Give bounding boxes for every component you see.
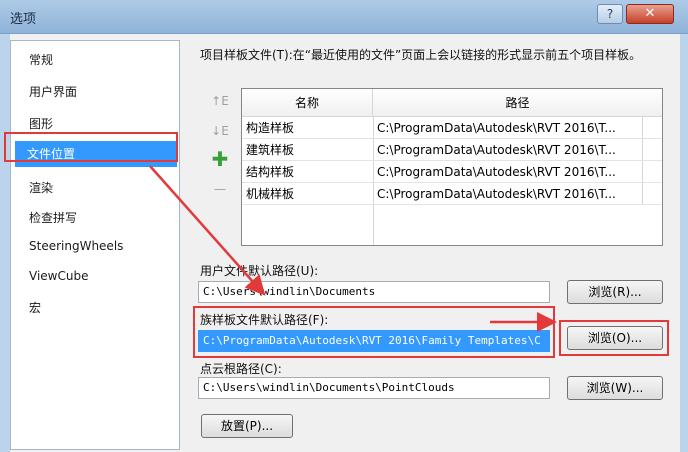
family-path-input[interactable]: C:\ProgramData\Autodesk\RVT 2016\Family …	[198, 330, 550, 352]
nav-item-general[interactable]: 常规	[29, 51, 53, 68]
nav-item-macros[interactable]: 宏	[29, 299, 41, 316]
browse-point-cloud-button[interactable]: 浏览(W)...	[567, 376, 663, 400]
row-name: 构造样板	[246, 121, 295, 135]
help-icon[interactable]: ?	[597, 4, 623, 24]
nav-item-spelling[interactable]: 检查拼写	[29, 209, 77, 226]
remove-icon[interactable]: —	[210, 180, 230, 198]
options-nav: 常规 用户界面 图形 文件位置 渲染 检查拼写 SteeringWheels V…	[10, 40, 180, 450]
add-icon[interactable]: ✚	[210, 149, 230, 169]
row-name: 建筑样板	[246, 143, 295, 157]
column-header-path[interactable]: 路径	[373, 89, 662, 117]
column-header-name[interactable]: 名称	[242, 89, 373, 117]
move-down-icon[interactable]: ↓E	[210, 122, 230, 140]
nav-item-steeringwheels[interactable]: SteeringWheels	[29, 239, 123, 253]
title-bar: 选项 ? ✕	[0, 0, 688, 34]
point-cloud-path-label: 点云根路径(C):	[200, 362, 282, 376]
family-path-label: 族样板文件默认路径(F):	[200, 313, 329, 327]
table-row[interactable]: 建筑样板 C:\ProgramData\Autodesk\RVT 2016\T.…	[242, 139, 662, 161]
user-path-label: 用户文件默认路径(U):	[200, 264, 319, 278]
table-row[interactable]: 机械样板 C:\ProgramData\Autodesk\RVT 2016\T.…	[242, 183, 662, 205]
browse-family-path-button[interactable]: 浏览(O)...	[567, 326, 663, 350]
user-path-input[interactable]: C:\Users\windlin\Documents	[198, 281, 550, 303]
table-row[interactable]: 构造样板 C:\ProgramData\Autodesk\RVT 2016\T.…	[242, 117, 662, 139]
row-path: C:\ProgramData\Autodesk\RVT 2016\T...	[377, 187, 616, 201]
nav-item-user-interface[interactable]: 用户界面	[29, 83, 77, 100]
window-frame-right	[680, 34, 688, 452]
nav-item-viewcube[interactable]: ViewCube	[29, 269, 88, 283]
nav-item-rendering[interactable]: 渲染	[29, 179, 53, 196]
window-frame-left	[0, 34, 10, 452]
row-name: 机械样板	[246, 187, 295, 201]
table-row[interactable]: 结构样板 C:\ProgramData\Autodesk\RVT 2016\T.…	[242, 161, 662, 183]
places-button[interactable]: 放置(P)...	[201, 414, 293, 438]
nav-item-graphics[interactable]: 图形	[29, 115, 53, 132]
move-up-icon[interactable]: ↑E	[210, 92, 230, 110]
close-icon[interactable]: ✕	[626, 4, 674, 24]
nav-item-file-locations[interactable]: 文件位置	[15, 141, 177, 167]
row-name: 结构样板	[246, 165, 295, 179]
template-description: 项目样板文件(T):在“最近使用的文件”页面上会以链接的形式显示前五个项目样板。	[200, 48, 642, 62]
row-path: C:\ProgramData\Autodesk\RVT 2016\T...	[377, 165, 616, 179]
template-table: 名称 路径 构造样板 C:\ProgramData\Autodesk\RVT 2…	[241, 88, 663, 246]
point-cloud-path-input[interactable]: C:\Users\windlin\Documents\PointClouds	[198, 377, 550, 399]
row-path: C:\ProgramData\Autodesk\RVT 2016\T...	[377, 121, 616, 135]
window-title: 选项	[10, 12, 37, 27]
row-path: C:\ProgramData\Autodesk\RVT 2016\T...	[377, 143, 616, 157]
browse-user-path-button[interactable]: 浏览(R)...	[567, 280, 663, 304]
